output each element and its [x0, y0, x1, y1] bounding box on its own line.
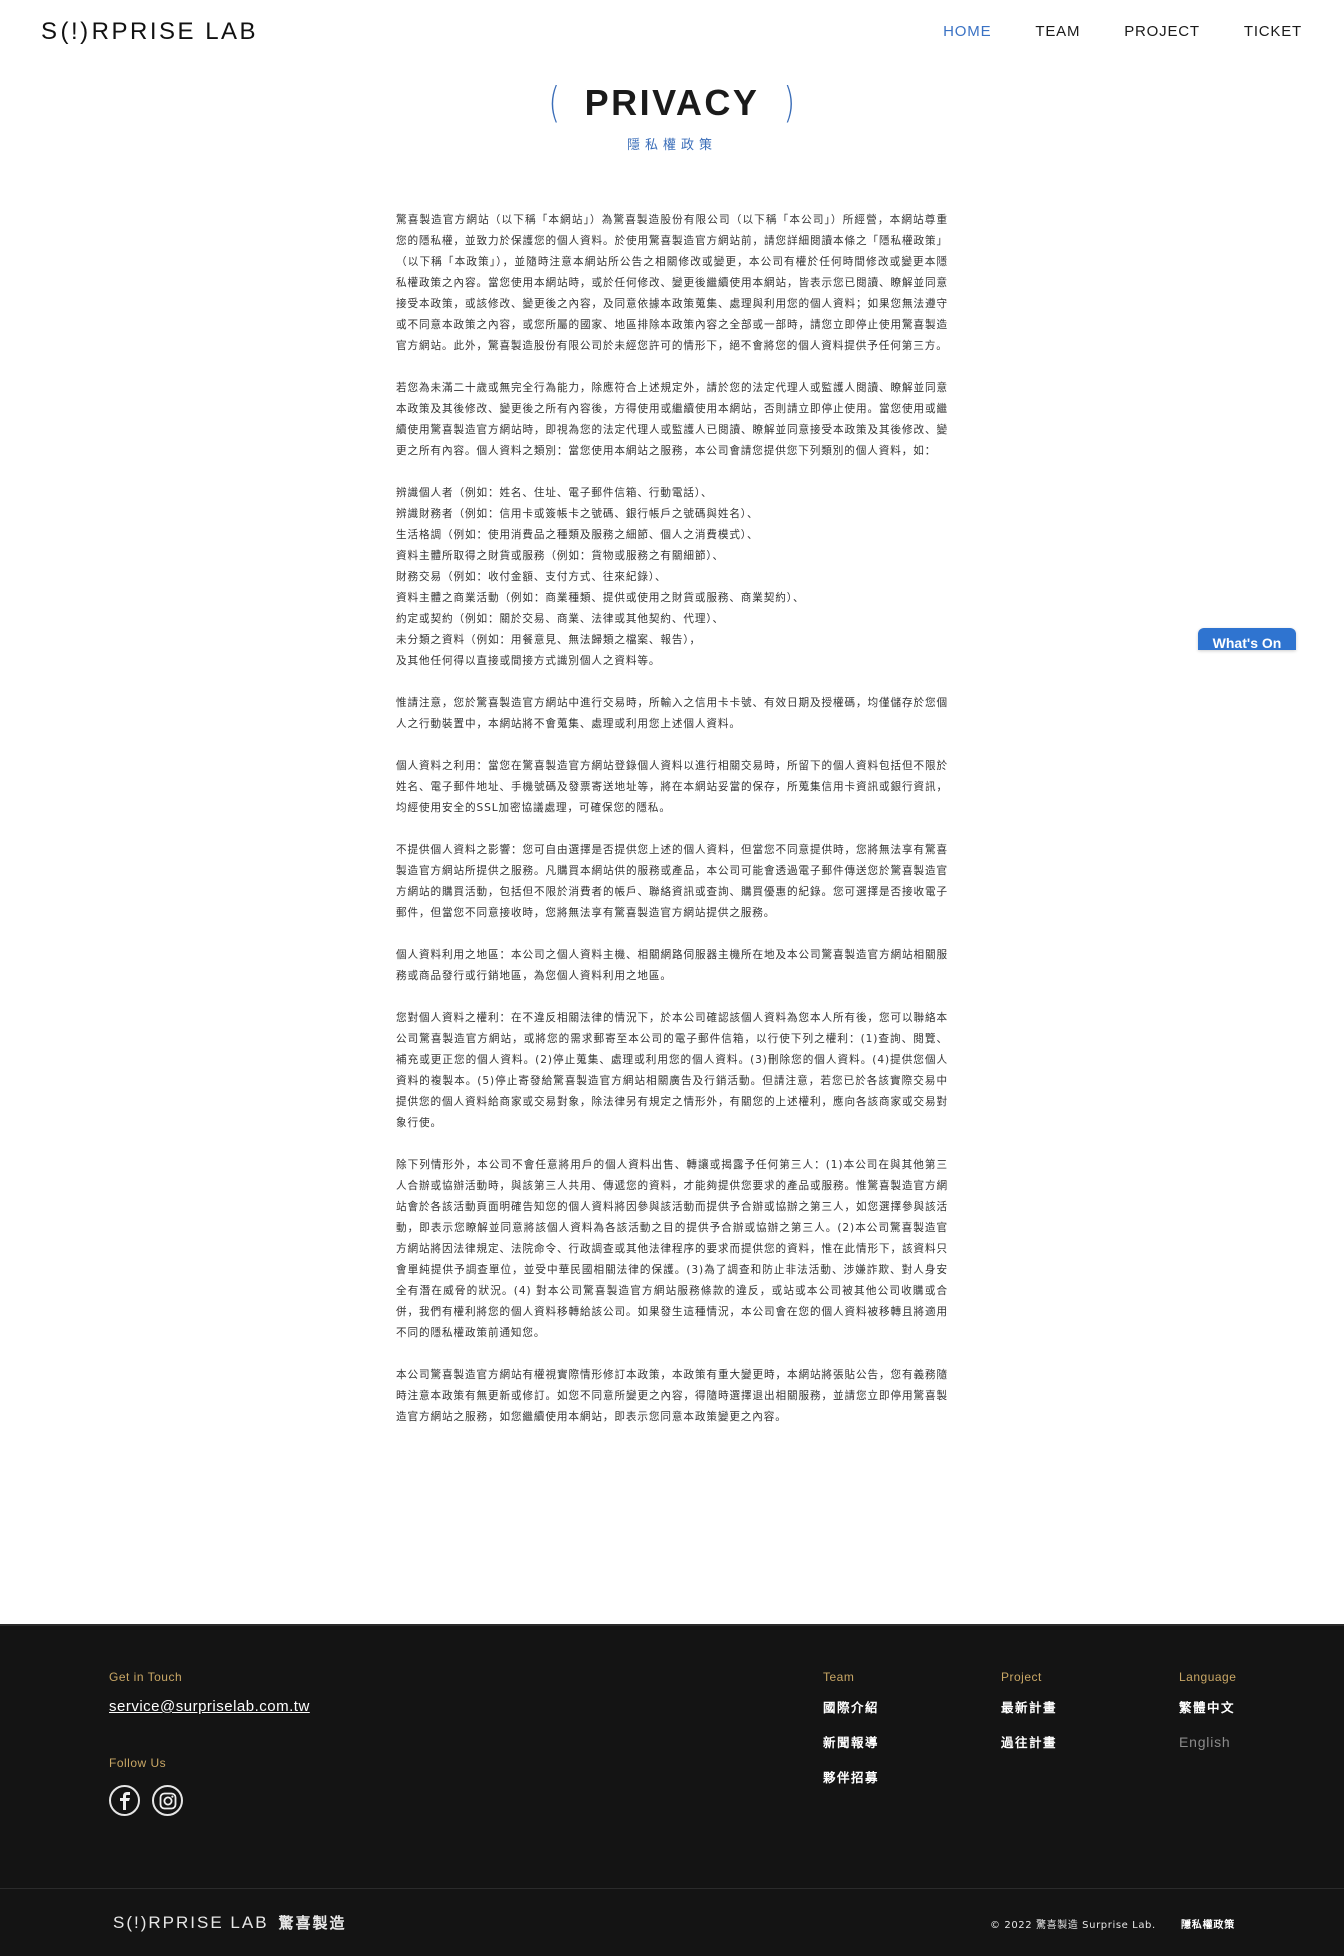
- left-bracket-icon: (: [548, 78, 561, 127]
- footer-logo-text: S(!)RPRISE LAB: [113, 1913, 269, 1932]
- footer-project-column: Project 最新計畫 過往計畫: [1001, 1670, 1057, 1768]
- whats-on-button[interactable]: What's On: [1198, 628, 1296, 650]
- main-nav: HOME TEAM PROJECT TICKET: [899, 20, 1302, 44]
- policy-paragraph-minors: 若您為未滿二十歲或無完全行為能力，除應符合上述規定外，請於您的法定代理人或監護人…: [396, 382, 948, 457]
- list-item: 資料主體所取得之財貨或服務（例如：貨物或服務之有關細節）、: [396, 550, 725, 562]
- policy-paragraph-revision: 本公司驚喜製造官方網站有權視實際情形修訂本政策，本政策有重大變更時，本網站將張貼…: [396, 1369, 948, 1423]
- get-in-touch-label: Get in Touch: [109, 1670, 183, 1684]
- policy-paragraph-intro: 驚喜製造官方網站（以下稱「本網站」）為驚喜製造股份有限公司（以下稱「本公司」）所…: [396, 214, 948, 352]
- page-subtitle: 隱私權政策: [626, 138, 717, 153]
- contact-email-link[interactable]: service@surpriselab.com.tw: [109, 1698, 310, 1715]
- footer-logo-zh: 驚喜製造: [278, 1914, 347, 1932]
- logo-text-bang: (!): [60, 18, 91, 45]
- footer-link-past-project[interactable]: 過往計畫: [1001, 1733, 1057, 1752]
- follow-us-label: Follow Us: [109, 1756, 167, 1770]
- footer-link-recruit[interactable]: 夥伴招募: [823, 1768, 879, 1787]
- footer-divider: [0, 1888, 1344, 1889]
- list-item: 資料主體之商業活動（例如：商業種類、提供或使用之財貨或服務、商業契約）、: [396, 592, 805, 604]
- nav-home[interactable]: HOME: [943, 20, 991, 44]
- logo-text-start: S: [41, 18, 60, 45]
- instagram-icon[interactable]: [152, 1785, 183, 1816]
- list-item: 辨識個人者（例如：姓名、住址、電子郵件信箱、行動電話）、: [396, 487, 713, 499]
- language-option-zh[interactable]: 繁體中文: [1179, 1698, 1236, 1717]
- list-item: 辨識財務者（例如：信用卡或簽帳卡之號碼、銀行帳戶之號碼與姓名）、: [396, 508, 759, 520]
- page-title: PRIVACY: [584, 82, 760, 123]
- list-item: 生活格調（例如：使用消費品之種類及服務之細節、個人之消費模式）、: [396, 529, 759, 541]
- team-label: Team: [823, 1670, 855, 1684]
- language-option-en[interactable]: English: [1179, 1733, 1236, 1752]
- policy-paragraph-region: 個人資料利用之地區：本公司之個人資料主機、相關網路伺服器主機所在地及本公司驚喜製…: [396, 949, 948, 982]
- policy-paragraph-rights: 您對個人資料之權利：在不違反相關法律的情況下，於本公司確認該個人資料為您本人所有…: [396, 1012, 948, 1129]
- policy-paragraph-disclosure: 除下列情形外，本公司不會任意將用戶的個人資料出售、轉讓或揭露予任何第三人：(1)…: [396, 1159, 948, 1339]
- privacy-policy-link[interactable]: 隱私權政策: [1181, 1916, 1235, 1931]
- policy-content: 驚喜製造官方網站（以下稱「本網站」）為驚喜製造股份有限公司（以下稱「本公司」）所…: [396, 210, 948, 1449]
- logo-text-end: RPRISE LAB: [91, 18, 259, 45]
- data-category-list: 辨識個人者（例如：姓名、住址、電子郵件信箱、行動電話）、 辨識財務者（例如：信用…: [396, 483, 948, 672]
- footer-team-column: Team 國際介紹 新聞報導 夥伴招募: [823, 1670, 879, 1803]
- list-item: 及其他任何得以直接或間接方式識別個人之資料等。: [396, 655, 661, 667]
- copyright-text: © 2022 驚喜製造 Surprise Lab.: [990, 1920, 1156, 1931]
- footer-language-column: Language 繁體中文 English: [1179, 1670, 1236, 1768]
- footer-logo[interactable]: S(!)RPRISE LAB 驚喜製造: [113, 1912, 347, 1933]
- policy-paragraph-not-providing: 不提供個人資料之影響：您可自由選擇是否提供您上述的個人資料，但當您不同意提供時，…: [396, 844, 948, 919]
- site-footer: Get in Touch service@surpriselab.com.tw …: [0, 1624, 1344, 1956]
- site-logo[interactable]: S (!) RPRISE LAB: [41, 18, 258, 46]
- footer-link-latest-project[interactable]: 最新計畫: [1001, 1698, 1057, 1717]
- footer-link-news[interactable]: 新聞報導: [823, 1733, 879, 1752]
- nav-project[interactable]: PROJECT: [1124, 20, 1200, 44]
- list-item: 財務交易（例如：收付金額、支付方式、往來紀錄）、: [396, 571, 667, 583]
- page-title-block: ( PRIVACY ) 隱私權政策: [0, 78, 1344, 154]
- nav-ticket[interactable]: TICKET: [1244, 20, 1302, 44]
- social-links: [109, 1785, 183, 1816]
- policy-paragraph-credit-card: 惟請注意，您於驚喜製造官方網站中進行交易時，所輸入之信用卡卡號、有效日期及授權碼…: [396, 697, 948, 730]
- list-item: 約定或契約（例如：關於交易、商業、法律或其他契約、代理）、: [396, 613, 725, 625]
- language-label: Language: [1179, 1670, 1237, 1684]
- right-bracket-icon: ): [783, 78, 796, 127]
- footer-link-international[interactable]: 國際介紹: [823, 1698, 879, 1717]
- list-item: 未分類之資料（例如：用餐意見、無法歸類之檔案、報告），: [396, 634, 702, 646]
- project-label: Project: [1001, 1670, 1042, 1684]
- site-header: S (!) RPRISE LAB HOME TEAM PROJECT TICKET: [0, 0, 1344, 64]
- nav-team[interactable]: TEAM: [1035, 20, 1080, 44]
- facebook-icon[interactable]: [109, 1785, 140, 1816]
- policy-paragraph-usage: 個人資料之利用：當您在驚喜製造官方網站登錄個人資料以進行相關交易時，所留下的個人…: [396, 760, 948, 814]
